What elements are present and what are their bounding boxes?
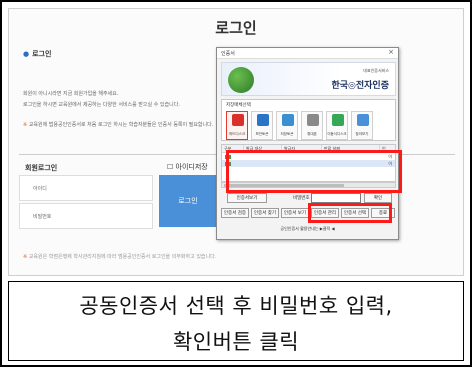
highlight-password-confirm xyxy=(308,203,392,223)
location-security-token[interactable]: 보안토큰 xyxy=(251,111,273,140)
show-certificate-button[interactable]: 인증서 보기 xyxy=(281,208,309,218)
verify-certificate-button[interactable]: 인증서 검증 xyxy=(221,208,249,218)
close-icon[interactable]: × xyxy=(388,48,394,56)
ca-banner: 대표인증서비스 한국◎전자인증 xyxy=(221,62,396,96)
dialog-title: 인증서 xyxy=(221,51,235,57)
save-id-checkbox[interactable]: ☐ 아이디저장 xyxy=(167,162,208,172)
banner-subtitle: 대표인증서비스 xyxy=(363,68,389,73)
section-title: ● 로그인 xyxy=(23,49,51,59)
login-title: 회원로그인 xyxy=(25,164,58,172)
banner-brand: 한국◎전자인증 xyxy=(331,81,389,91)
location-harddisk[interactable]: 하드디스크 xyxy=(226,111,248,140)
usb-icon xyxy=(332,114,344,126)
caption-line-1: 공동인증서 선택 후 비밀번호 입력, xyxy=(79,294,393,318)
password-label: 비밀번호 xyxy=(33,214,52,220)
checkbox-icon[interactable]: ☐ xyxy=(167,163,173,171)
footer-note-text: 교육원은 학점은행제 학사관리지침에 따라 범용공인인증서 로그인을 의무화하고… xyxy=(28,254,217,260)
footer-star: ※ xyxy=(23,254,28,260)
intro-line-2: 로그인을 하시면 교육원에서 제공하는 다양한 서비스를 받으실 수 있습니다. xyxy=(23,102,180,108)
intro-line-1: 회원이 아니시라면 지금 회원가입을 해주세요. xyxy=(23,91,119,97)
tutorial-frame: 로그인 ● 로그인 회원이 아니시라면 지금 회원가입을 해주세요. 로그인을 하… xyxy=(0,0,472,367)
intro-text: 회원이 아니시라면 지금 회원가입을 해주세요. 로그인을 하시면 교육원에서 … xyxy=(23,89,233,111)
caption-box: 공동인증서 선택 후 비밀번호 입력, 확인버튼 클릭 xyxy=(8,281,464,361)
browse-icon xyxy=(357,114,369,126)
location-label: 찾아보기 xyxy=(355,132,369,136)
save-id-label: 아이디저장 xyxy=(175,163,208,171)
location-label: 휴대폰 xyxy=(307,132,317,136)
caption-line-2: 확인버튼 클릭 xyxy=(172,330,300,354)
login-page-screenshot: 로그인 ● 로그인 회원이 아니시라면 지금 회원가입을 해주세요. 로그인을 하… xyxy=(8,8,464,276)
footer-note: ※ 교육원은 학점은행제 학사관리지침에 따라 범용공인인증서 로그인을 의무화… xyxy=(23,253,216,260)
password-label: 비밀번호 xyxy=(293,196,310,201)
storage-locations: 하드디스크 보안토큰 저장토큰 휴대폰 이동식디스크 찾아보기 xyxy=(226,111,373,140)
find-certificate-button[interactable]: 인증서 찾기 xyxy=(251,208,279,218)
storage-selector: 저장매체선택 하드디스크 보안토큰 저장토큰 휴대폰 이동식디스크 찾아보기 xyxy=(221,99,396,141)
harddisk-icon xyxy=(232,114,244,126)
confirm-button[interactable]: 확인 xyxy=(364,193,392,203)
notice-text: ※ 교육원에 법용공인인증서로 처음 로그인 하시는 학습자분들은 인증서 등록… xyxy=(23,121,213,128)
view-certificate-button[interactable]: 인증서보기 xyxy=(227,193,267,203)
certificate-password-input[interactable] xyxy=(311,193,361,203)
notice-content: 교육원에 법용공인인증서로 처음 로그인 하시는 학습자분들은 인증서 등록이 … xyxy=(28,122,214,128)
phone-icon xyxy=(307,114,319,126)
page-title: 로그인 xyxy=(215,19,257,37)
section-title-text: 로그인 xyxy=(32,50,52,58)
location-storage-token[interactable]: 저장토큰 xyxy=(276,111,298,140)
ca-logo-icon xyxy=(228,67,254,93)
storage-label: 저장매체선택 xyxy=(226,103,251,108)
location-label: 저장토큰 xyxy=(280,132,294,136)
certificate-guide-link[interactable]: 공인인증서 활용안내는 ▶클릭 ◀ xyxy=(217,226,398,232)
dialog-titlebar: 인증서 × xyxy=(217,48,398,59)
location-usb[interactable]: 이동식디스크 xyxy=(326,111,348,140)
location-label: 보안토큰 xyxy=(255,132,269,136)
location-label: 이동식디스크 xyxy=(327,132,347,136)
token-icon xyxy=(257,114,269,126)
storage-token-icon xyxy=(282,114,294,126)
location-label: 하드디스크 xyxy=(228,132,246,136)
location-phone[interactable]: 휴대폰 xyxy=(301,111,323,140)
login-button[interactable]: 로그인 xyxy=(159,175,217,227)
notice-star: ※ xyxy=(23,122,28,128)
location-browse[interactable]: 찾아보기 xyxy=(351,111,373,140)
highlight-certificate-table xyxy=(226,150,402,193)
bullet-icon: ● xyxy=(23,50,30,58)
id-label: 아이디 xyxy=(33,186,47,192)
